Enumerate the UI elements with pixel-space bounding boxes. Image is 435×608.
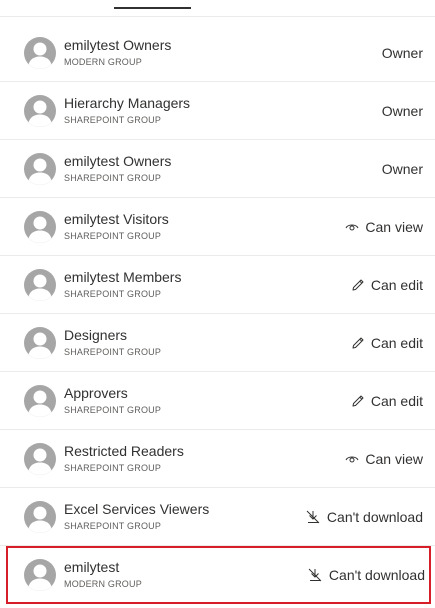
group-name: emilytest Members <box>64 269 182 285</box>
permission-row[interactable]: Designers SHAREPOINT GROUP Can edit <box>0 314 435 372</box>
permission-dropdown[interactable]: Can edit <box>351 275 423 295</box>
permission-dropdown[interactable]: Can view <box>345 217 423 237</box>
group-type: SHAREPOINT GROUP <box>64 347 162 357</box>
permission-row[interactable]: Approvers SHAREPOINT GROUP Can edit <box>0 372 435 430</box>
permissions-list: emilytest Owners MODERN GROUP Owner Hier… <box>0 24 435 604</box>
person-icon <box>28 158 52 185</box>
permission-dropdown[interactable]: Owner <box>382 159 423 179</box>
avatar <box>24 385 56 417</box>
permission-dropdown[interactable]: Can't download <box>305 507 423 527</box>
permission-label: Can edit <box>370 277 423 293</box>
group-type: SHAREPOINT GROUP <box>64 115 162 125</box>
group-info: emilytest Owners MODERN GROUP <box>64 36 171 68</box>
permission-label: Owner <box>381 103 423 119</box>
avatar <box>24 153 56 185</box>
permission-label: Can view <box>365 219 423 235</box>
group-type: SHAREPOINT GROUP <box>64 463 162 473</box>
no-download-icon <box>305 509 321 525</box>
group-type: SHAREPOINT GROUP <box>64 521 162 531</box>
avatar <box>24 211 56 243</box>
group-info: emilytest Owners SHAREPOINT GROUP <box>64 152 171 184</box>
person-icon <box>28 216 52 243</box>
person-icon <box>28 274 52 301</box>
person-icon <box>28 332 52 359</box>
permission-dropdown[interactable]: Can edit <box>351 333 423 353</box>
group-name: emilytest <box>64 559 120 575</box>
person-icon <box>28 390 52 417</box>
group-name: Hierarchy Managers <box>64 95 191 111</box>
group-info: Designers SHAREPOINT GROUP <box>64 326 161 358</box>
group-info: emilytest Members SHAREPOINT GROUP <box>64 268 181 300</box>
person-icon <box>28 448 52 475</box>
group-info: Approvers SHAREPOINT GROUP <box>64 384 161 416</box>
avatar <box>24 269 56 301</box>
permission-row[interactable]: emilytest MODERN GROUP Can't download <box>6 546 431 604</box>
permission-dropdown[interactable]: Can't download <box>307 565 425 585</box>
avatar <box>24 37 56 69</box>
person-icon <box>28 100 52 127</box>
permission-label: Can edit <box>370 335 423 351</box>
group-type: MODERN GROUP <box>64 579 142 589</box>
permission-label: Can edit <box>370 393 423 409</box>
permission-row[interactable]: Excel Services Viewers SHAREPOINT GROUP … <box>0 488 435 546</box>
permission-label: Owner <box>381 161 423 177</box>
pencil-icon <box>351 336 365 350</box>
avatar <box>24 327 56 359</box>
permission-row[interactable]: Hierarchy Managers SHAREPOINT GROUP Owne… <box>0 82 435 140</box>
group-name: emilytest Owners <box>64 153 172 169</box>
permission-dropdown[interactable]: Owner <box>382 43 423 63</box>
permission-label: Can't download <box>326 509 423 525</box>
group-type: MODERN GROUP <box>64 57 142 67</box>
group-type: SHAREPOINT GROUP <box>64 173 162 183</box>
group-type: SHAREPOINT GROUP <box>64 289 162 299</box>
person-icon <box>28 506 52 533</box>
person-icon <box>28 564 52 591</box>
active-tab-indicator <box>114 7 191 9</box>
permission-dropdown[interactable]: Owner <box>382 101 423 121</box>
permission-dropdown[interactable]: Can view <box>345 449 423 469</box>
no-download-icon <box>307 567 323 583</box>
permission-dropdown[interactable]: Can edit <box>351 391 423 411</box>
group-name: Approvers <box>64 385 128 401</box>
group-type: SHAREPOINT GROUP <box>64 231 162 241</box>
header-strip <box>0 0 435 17</box>
group-info: Excel Services Viewers SHAREPOINT GROUP <box>64 500 209 532</box>
group-name: emilytest Owners <box>64 37 172 53</box>
permission-label: Can't download <box>328 567 425 583</box>
pencil-icon <box>351 278 365 292</box>
permission-label: Can view <box>365 451 423 467</box>
avatar <box>24 443 56 475</box>
group-info: Restricted Readers SHAREPOINT GROUP <box>64 442 184 474</box>
avatar <box>24 95 56 127</box>
group-name: Excel Services Viewers <box>64 501 210 517</box>
eye-icon <box>345 453 359 465</box>
group-type: SHAREPOINT GROUP <box>64 405 162 415</box>
eye-icon <box>345 221 359 233</box>
pencil-icon <box>351 394 365 408</box>
permission-label: Owner <box>381 45 423 61</box>
avatar <box>24 559 56 591</box>
permission-row[interactable]: emilytest Owners MODERN GROUP Owner <box>0 24 435 82</box>
group-name: Restricted Readers <box>64 443 184 459</box>
permission-row[interactable]: emilytest Visitors SHAREPOINT GROUP Can … <box>0 198 435 256</box>
group-info: Hierarchy Managers SHAREPOINT GROUP <box>64 94 190 126</box>
permission-row[interactable]: emilytest Members SHAREPOINT GROUP Can e… <box>0 256 435 314</box>
permission-row[interactable]: emilytest Owners SHAREPOINT GROUP Owner <box>0 140 435 198</box>
group-name: Designers <box>64 327 128 343</box>
avatar <box>24 501 56 533</box>
permission-row[interactable]: Restricted Readers SHAREPOINT GROUP Can … <box>0 430 435 488</box>
person-icon <box>28 42 52 69</box>
group-name: emilytest Visitors <box>64 211 169 227</box>
group-info: emilytest Visitors SHAREPOINT GROUP <box>64 210 169 242</box>
group-info: emilytest MODERN GROUP <box>64 558 142 590</box>
